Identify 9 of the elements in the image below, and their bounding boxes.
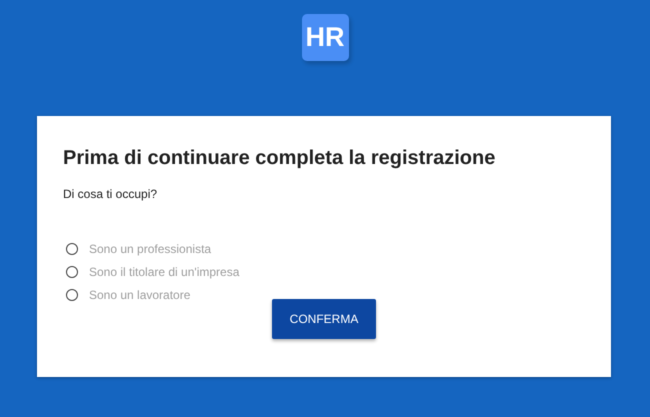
radio-option[interactable]: Sono il titolare di un'impresa	[66, 264, 585, 280]
radio-button[interactable]	[66, 266, 78, 278]
radio-button[interactable]	[66, 243, 78, 255]
confirm-button[interactable]: CONFERMA	[272, 299, 376, 339]
radio-option[interactable]: Sono un professionista	[66, 241, 585, 257]
question-label: Di cosa ti occupi?	[63, 187, 158, 201]
card-title: Prima di continuare completa la registrazione	[63, 146, 496, 170]
hr-logo: HR	[302, 14, 348, 61]
radio-button[interactable]	[66, 289, 78, 301]
